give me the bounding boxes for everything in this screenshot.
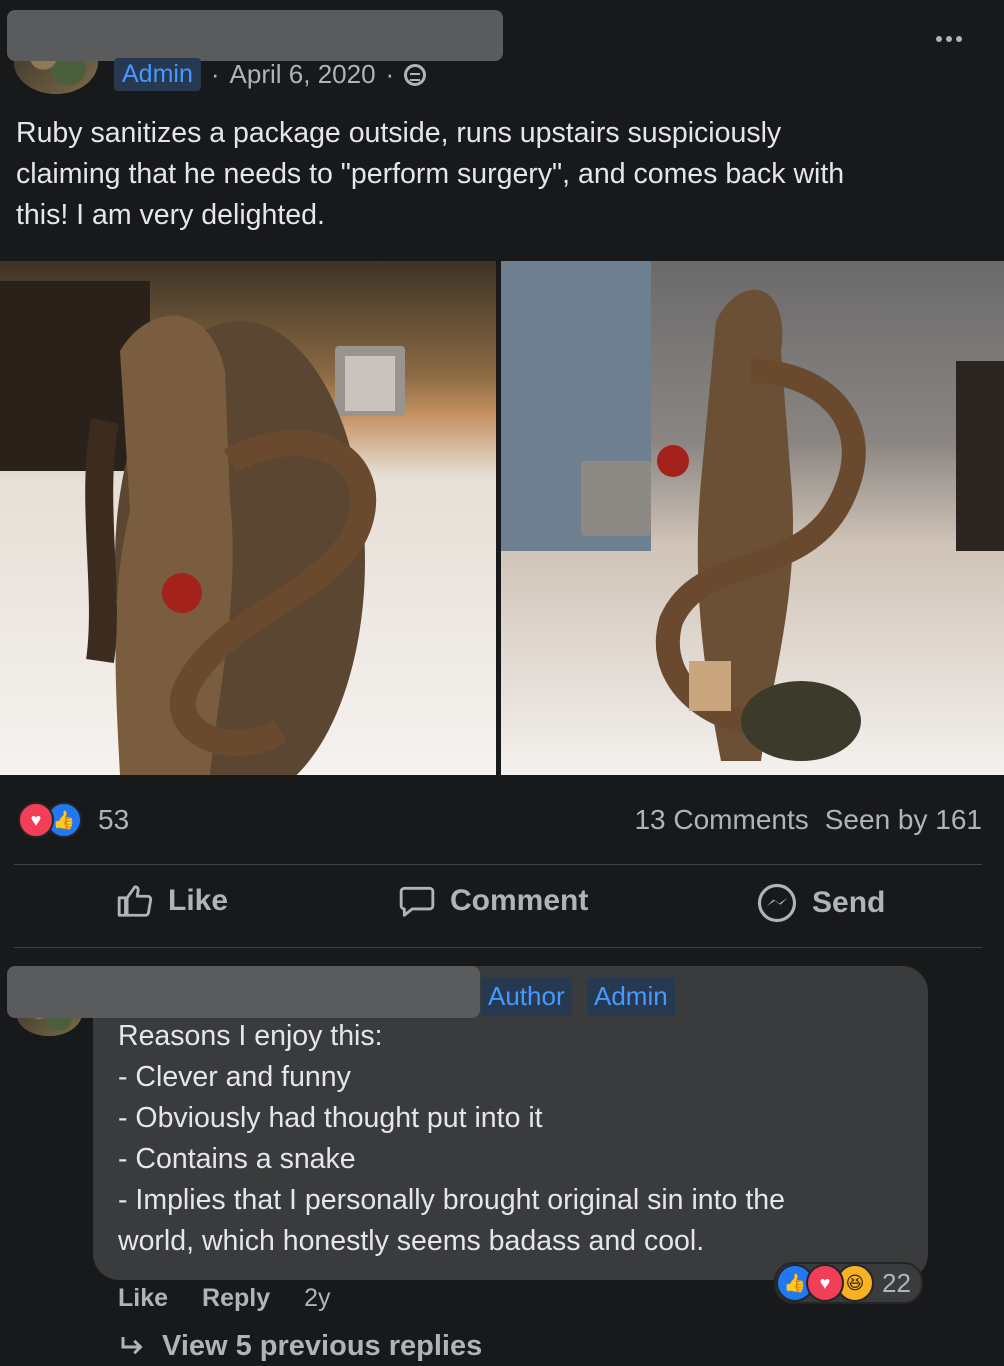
meta-separator: · [210,59,220,89]
group-icon [404,63,427,86]
comment-line: - Obviously had thought put into it [118,1102,543,1134]
comment-line: - Implies that I personally brought orig… [118,1184,785,1216]
admin-badge: Admin [114,58,201,91]
redacted-poster-name [7,10,503,61]
like-label: Like [168,884,229,917]
post-text: Ruby sanitizes a package outside, runs u… [16,117,845,231]
post-date[interactable]: April 6, 2020 [230,59,376,90]
statue-illustration [0,281,405,775]
post-photo-2[interactable] [501,261,1004,775]
comment-line: - Clever and funny [118,1061,351,1093]
send-label: Send [812,886,886,919]
meta-separator: · [385,59,395,89]
heart-reaction-icon: ♥ [18,802,54,838]
view-previous-replies[interactable]: View 5 previous replies [118,1330,482,1363]
post-action-bar: Like Comment Send [0,882,1004,930]
heart-reaction-icon: ♥ [806,1264,844,1302]
post-meta: Admin · April 6, 2020 · [114,58,427,91]
comment-line: Reasons I enjoy this: [118,1020,383,1052]
redacted-commenter-name [7,966,480,1018]
comment-label: Comment [450,884,589,917]
comment-reply-link[interactable]: Reply [202,1284,270,1313]
post-photo-1[interactable] [0,261,496,775]
post-stats: ♥ 👍 53 13 Comments Seen by 161 [18,797,982,843]
admin-badge: Admin [587,977,675,1016]
comment-reaction-count: 22 [882,1267,911,1298]
messenger-icon [757,883,797,923]
comment-count[interactable]: 13 Comments [634,804,808,836]
thumbs-up-icon [117,885,153,917]
comment-line: - Contains a snake [118,1143,356,1175]
reply-arrow-icon [121,1336,143,1354]
seen-by-count[interactable]: Seen by 161 [825,804,982,836]
more-options-icon[interactable] [936,36,962,42]
comment-actions: Like Reply 2y [118,1284,331,1313]
comment-like-link[interactable]: Like [118,1284,168,1313]
comment-line: world, which honestly seems badass and c… [118,1225,705,1257]
author-badge: Author [481,977,572,1016]
reaction-summary[interactable]: ♥ 👍 [18,802,82,838]
like-button[interactable]: Like [116,882,228,920]
send-button[interactable]: Send [756,882,885,924]
divider [14,947,982,948]
comment-button[interactable]: Comment [398,882,588,920]
reaction-count[interactable]: 53 [98,804,129,836]
statue-illustration [501,261,1004,761]
divider [14,864,982,865]
comment-icon [399,886,435,917]
comment-reactions[interactable]: 👍 ♥ 😆 22 [774,1262,923,1304]
comment-age[interactable]: 2y [304,1284,330,1313]
view-replies-label: View 5 previous replies [162,1330,483,1362]
comment-text: Reasons I enjoy this: - Clever and funny… [118,1016,908,1262]
